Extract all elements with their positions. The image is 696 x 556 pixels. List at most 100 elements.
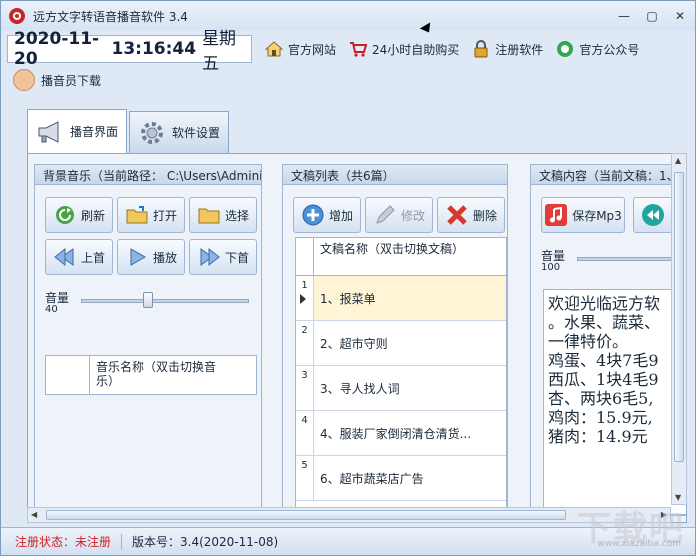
refresh-icon — [55, 206, 74, 224]
doc-row-num: 1 — [296, 276, 314, 320]
official-site-link[interactable]: 官方网站 — [264, 39, 336, 59]
scroll-left-icon[interactable]: ◀ — [31, 510, 37, 519]
tab-broadcast-label: 播音界面 — [70, 125, 119, 139]
horizontal-scrollbar[interactable]: ◀ ▶ — [27, 507, 671, 523]
select-button[interactable]: 选择 — [189, 197, 257, 233]
top-toolbar: 2020-11-20 13:16:44 星期五 官方网站 24小时自助购买 注册… — [7, 29, 691, 74]
announcer-avatar-icon — [13, 69, 35, 91]
prev-track-button[interactable]: 上首 — [45, 239, 113, 275]
background-music-panel: 背景音乐（当前路径： C:\Users\Admini 刷新 打开 选择 上首 播… — [34, 164, 262, 516]
music-panel-header: 背景音乐（当前路径： C:\Users\Admini — [35, 165, 261, 185]
cart-icon — [350, 42, 368, 57]
music-volume-value: 40 — [45, 304, 58, 315]
refresh-button[interactable]: 刷新 — [45, 197, 113, 233]
rewind-icon — [642, 204, 664, 226]
document-text-area[interactable]: 欢迎光临远方软 。水果、蔬菜、 一律特价。 鸡蛋、4块7毛9 西瓜、1块4毛9 … — [543, 289, 686, 515]
rewind-button[interactable] — [633, 197, 673, 233]
window-title: 远方文字转语音播音软件 3.4 — [33, 9, 188, 24]
document-list-panel: 文稿列表（共6篇） 增加 修改 删除 文稿名称（双击切换文稿） 1 1、报菜单 … — [282, 164, 508, 516]
registration-status: 注册状态：未注册 — [15, 535, 112, 549]
delete-doc-label: 删除 — [472, 208, 497, 223]
buy-link[interactable]: 24小时自助购买 — [348, 39, 459, 59]
music-volume-thumb[interactable] — [143, 292, 154, 308]
play-button[interactable]: 播放 — [117, 239, 185, 275]
doc-panel-header: 文稿列表（共6篇） — [283, 165, 507, 185]
current-row-icon — [300, 294, 306, 304]
next-icon — [200, 247, 220, 267]
wechat-icon — [557, 41, 574, 57]
delete-doc-button[interactable]: 删除 — [437, 197, 505, 233]
document-content-panel: 文稿内容（当前文稿：1、 保存Mp3 音量 100 欢迎光临远方软 。水果、蔬菜… — [530, 164, 686, 516]
previous-icon — [54, 247, 74, 267]
add-doc-label: 增加 — [328, 208, 353, 223]
doc-row[interactable]: 4 4、服装厂家倒闭清仓清货... — [296, 411, 506, 456]
close-button[interactable]: ✕ — [669, 7, 691, 25]
tab-broadcast[interactable]: 播音界面 — [27, 109, 128, 153]
folder-icon — [198, 208, 220, 224]
refresh-label: 刷新 — [80, 208, 105, 223]
doc-row-name: 6、超市蔬菜店广告 — [320, 471, 424, 486]
doc-row-num: 3 — [296, 366, 314, 410]
doc-row-name: 3、寻人找人词 — [320, 381, 400, 396]
next-label: 下首 — [224, 250, 249, 265]
delete-x-icon — [447, 205, 467, 225]
music-list[interactable]: 音乐名称（双击切换音乐） — [45, 355, 257, 395]
music-volume-slider[interactable] — [81, 299, 249, 303]
register-link[interactable]: 注册软件 — [471, 39, 543, 59]
play-label: 播放 — [152, 250, 177, 265]
content-panel-header: 文稿内容（当前文稿：1、 — [531, 165, 686, 185]
gear-icon — [141, 121, 164, 144]
open-folder-icon — [126, 206, 148, 224]
prev-label: 上首 — [80, 250, 105, 265]
announcer-download-label: 播音员下载 — [41, 73, 102, 88]
doc-list-header-row: 文稿名称（双击切换文稿） — [296, 238, 506, 276]
horizontal-scroll-thumb[interactable] — [46, 510, 566, 520]
watermark-url: www.xiazaiba.com — [597, 539, 681, 549]
edit-doc-label: 修改 — [400, 208, 425, 223]
document-list[interactable]: 文稿名称（双击切换文稿） 1 1、报菜单 2 2、超市守则 3 3、寻人找人词 … — [295, 237, 507, 515]
doc-row-num: 4 — [296, 411, 314, 455]
doc-row-num-text: 3 — [301, 370, 308, 381]
minimize-button[interactable]: — — [613, 7, 635, 25]
broadcast-page: 背景音乐（当前路径： C:\Users\Admini 刷新 打开 选择 上首 播… — [27, 153, 687, 523]
megaphone-icon — [38, 120, 59, 143]
doc-row-num-text: 1 — [301, 280, 308, 291]
doc-row-num: 5 — [296, 456, 314, 500]
weekday-text: 星期五 — [202, 29, 237, 74]
home-icon — [264, 41, 284, 57]
select-label: 选择 — [224, 208, 249, 223]
datetime-display: 2020-11-20 13:16:44 星期五 — [7, 29, 252, 74]
next-track-button[interactable]: 下首 — [189, 239, 257, 275]
vertical-scrollbar[interactable]: ▲ ▼ — [671, 153, 687, 505]
announcer-download-link[interactable]: 播音员下载 — [13, 69, 101, 91]
vertical-scroll-thumb[interactable] — [674, 172, 684, 462]
edit-doc-button[interactable]: 修改 — [365, 197, 433, 233]
doc-row-num-text: 4 — [301, 415, 308, 426]
doc-row-name: 4、服装厂家倒闭清仓清货... — [320, 426, 472, 441]
title-bar: 远方文字转语音播音软件 3.4 — ▢ ✕ — [1, 1, 695, 31]
doc-row[interactable]: 3 3、寻人找人词 — [296, 366, 506, 411]
doc-row-num: 2 — [296, 321, 314, 365]
tab-settings-label: 软件设置 — [172, 126, 221, 140]
save-mp3-button[interactable]: 保存Mp3 — [541, 197, 625, 233]
open-label: 打开 — [152, 208, 177, 223]
doc-row[interactable]: 1 1、报菜单 — [296, 276, 506, 321]
scroll-up-icon[interactable]: ▲ — [675, 156, 681, 165]
doc-row[interactable]: 5 6、超市蔬菜店广告 — [296, 456, 506, 501]
doc-row[interactable]: 2 2、超市守则 — [296, 321, 506, 366]
wechat-link[interactable]: 官方公众号 — [555, 39, 639, 59]
maximize-button[interactable]: ▢ — [641, 7, 663, 25]
open-button[interactable]: 打开 — [117, 197, 185, 233]
music-list-lead — [46, 356, 90, 394]
content-volume-value: 100 — [541, 262, 561, 273]
time-text: 13:16:44 — [111, 39, 197, 59]
add-doc-button[interactable]: 增加 — [293, 197, 361, 233]
status-separator — [121, 533, 123, 550]
play-icon — [130, 248, 146, 266]
doc-row-num-text: 2 — [301, 325, 308, 336]
tab-settings[interactable]: 软件设置 — [129, 111, 230, 153]
date-text: 2020-11-20 — [14, 29, 100, 69]
music-note-icon — [545, 204, 568, 226]
official-site-label: 官方网站 — [288, 42, 337, 57]
register-label: 注册软件 — [495, 42, 544, 57]
